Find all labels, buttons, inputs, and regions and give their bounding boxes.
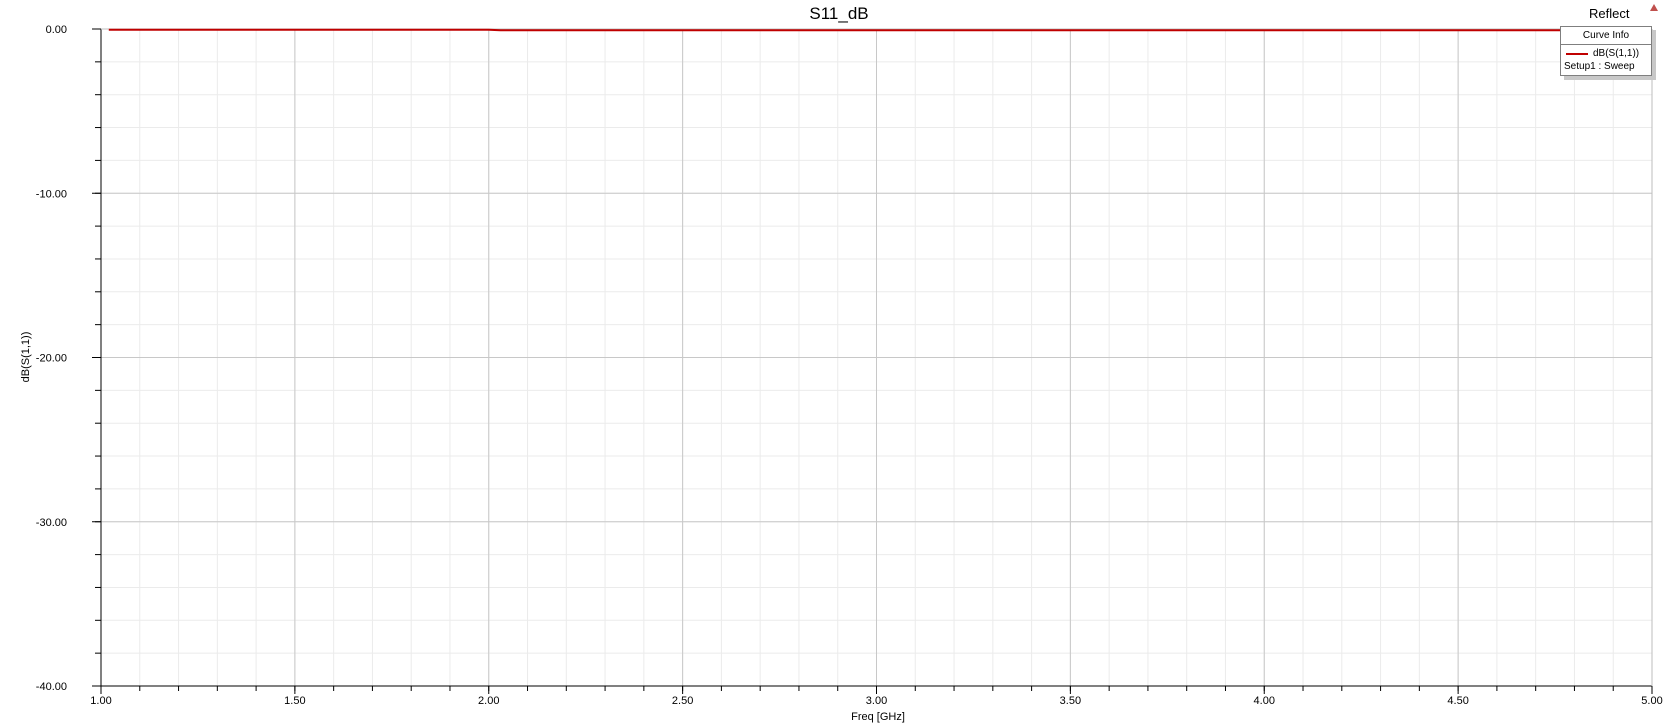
legend-item-setup: Setup1 : Sweep [1564,61,1635,72]
report-name: Reflect [1589,6,1630,21]
chart-title: S11_dB [809,4,868,23]
x-axis-title: Freq [GHz] [851,711,905,723]
x-tick-label: 2.50 [672,695,693,707]
y-axis-title: dB(S(1,1)) [20,332,32,383]
curve-info-legend[interactable]: Curve Info dB(S(1,1)) Setup1 : Sweep [1560,26,1652,76]
legend-swatch [1566,53,1588,55]
y-tick-label: -30.00 [36,517,67,529]
y-tick-label: -40.00 [36,681,67,693]
s11-chart: S11_dB 1.00 1.50 2.00 2.50 3.00 3.50 4.00 4.50 5… [20,4,1663,723]
x-tick-label: 1.50 [284,695,305,707]
x-axis-ticks: 1.00 1.50 2.00 2.50 3.00 3.50 4.00 4.50 5.00 [90,686,1663,707]
y-axis-ticks: 0.00 -10.00 -20.00 -30.00 -40.00 [36,24,101,693]
legend-item-label: dB(S(1,1)) [1593,48,1640,59]
x-tick-label: 5.00 [1641,695,1662,707]
series-line-s11 [108,28,1652,32]
y-tick-label: 0.00 [46,24,67,36]
x-tick-label: 4.50 [1447,695,1468,707]
x-tick-label: 2.00 [478,695,499,707]
report-marker-icon[interactable] [1650,4,1658,11]
x-tick-label: 1.00 [90,695,111,707]
x-tick-label: 4.00 [1254,695,1275,707]
x-tick-label: 3.50 [1060,695,1081,707]
data-series [108,28,1652,32]
y-tick-label: -10.00 [36,188,67,200]
legend-item[interactable]: dB(S(1,1)) [1563,48,1649,60]
grid-lines [100,28,1653,687]
x-tick-label: 3.00 [866,695,887,707]
legend-header: Curve Info [1561,27,1651,45]
y-tick-label: -20.00 [36,353,67,365]
